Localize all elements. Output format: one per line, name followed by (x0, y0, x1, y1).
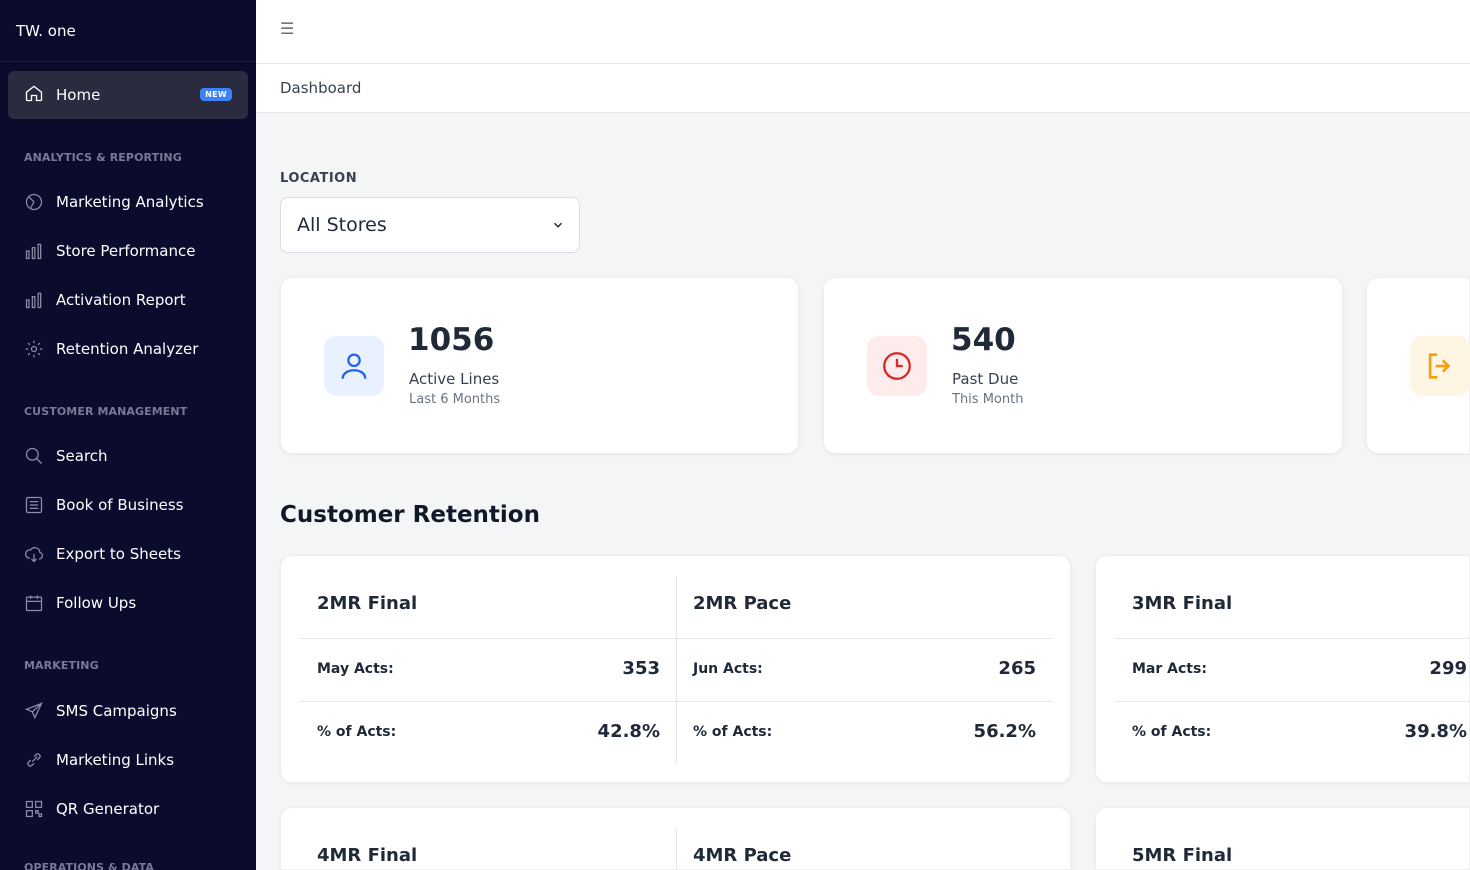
sidebar-item-export-to-sheets[interactable]: Export to Sheets (0, 534, 256, 574)
sidebar-item-marketing-analytics[interactable]: Marketing Analytics (0, 182, 256, 222)
retention-col-4mr-final: 4MR Final (300, 828, 676, 869)
sidebar-item-home[interactable]: Home NEW (8, 71, 248, 119)
retention-value: 299 (1429, 658, 1467, 679)
sidebar-item-label: Follow Ups (56, 594, 137, 612)
search-icon (24, 446, 44, 466)
clock-icon (867, 336, 927, 396)
retention-title: 4MR Pace (693, 845, 792, 866)
pie-chart-icon (24, 192, 44, 212)
retention-card: 4MR Final 4MR Pace (280, 807, 1071, 870)
retention-row: Jun Acts: 265 (676, 638, 1052, 701)
section-title-analytics: ANALYTICS & REPORTING (24, 151, 182, 164)
retention-key: May Acts: (317, 661, 394, 677)
stat-label: Active Lines (409, 370, 500, 388)
stat-card-past-due: 540 Past Due This Month (823, 277, 1343, 454)
sidebar-item-marketing-links[interactable]: Marketing Links (0, 740, 256, 780)
sidebar-item-label: SMS Campaigns (56, 702, 177, 720)
brand-logo[interactable]: TW. one (0, 0, 256, 62)
home-icon (24, 83, 44, 107)
gear-icon (24, 339, 44, 359)
breadcrumb: Dashboard (280, 79, 362, 97)
retention-value: 56.2% (973, 721, 1036, 742)
section-title-customer-management: CUSTOMER MANAGEMENT (24, 405, 188, 418)
breadcrumb-bar: Dashboard (256, 64, 1470, 113)
stat-subtitle: Last 6 Months (409, 392, 501, 407)
sidebar-item-label: Retention Analyzer (56, 340, 199, 358)
qr-icon (24, 799, 44, 819)
retention-title: 2MR Pace (693, 593, 792, 614)
bar-chart-icon (24, 241, 44, 261)
stat-card-active-lines: 1056 Active Lines Last 6 Months (280, 277, 799, 454)
top-bar: ☰ (256, 0, 1470, 64)
sidebar-item-label: QR Generator (56, 800, 160, 818)
location-select[interactable]: All Stores (280, 197, 580, 253)
retention-key: % of Acts: (317, 724, 397, 740)
retention-col-2mr-pace: 2MR Pace Jun Acts: 265 % of Acts: 56.2% (676, 576, 1052, 764)
retention-key: % of Acts: (1132, 724, 1212, 740)
sidebar-item-label: Search (56, 447, 108, 465)
sidebar-item-label: Marketing Analytics (56, 193, 204, 211)
retention-key: Jun Acts: (693, 661, 763, 677)
retention-title: 2MR Final (317, 593, 418, 614)
sidebar-item-store-performance[interactable]: Store Performance (0, 231, 256, 271)
sidebar-item-follow-ups[interactable]: Follow Ups (0, 583, 256, 623)
link-icon (24, 750, 44, 770)
sidebar-item-label: Marketing Links (56, 751, 175, 769)
retention-title: 5MR Final (1132, 845, 1233, 866)
retention-value: 265 (998, 658, 1036, 679)
sidebar-item-label: Home (56, 86, 101, 104)
sidebar-item-search[interactable]: Search (0, 436, 256, 476)
retention-title: 4MR Final (317, 845, 418, 866)
retention-key: % of Acts: (693, 724, 773, 740)
sidebar-item-label: Book of Business (56, 496, 184, 514)
retention-title: 3MR Final (1132, 593, 1233, 614)
retention-value: 353 (622, 658, 660, 679)
user-icon (324, 336, 384, 396)
section-heading: Customer Retention (280, 502, 540, 528)
retention-row: % of Acts: 39.8% (1115, 701, 1469, 764)
menu-icon[interactable]: ☰ (280, 21, 296, 37)
retention-col-3mr-final: 3MR Final Mar Acts: 299 % of Acts: 39.8% (1115, 576, 1469, 764)
stat-card-third (1366, 277, 1470, 454)
retention-card: 2MR Final May Acts: 353 % of Acts: 42.8%… (280, 555, 1071, 783)
retention-col-4mr-pace: 4MR Pace (676, 828, 1052, 869)
list-icon (24, 495, 44, 515)
stat-value: 540 (951, 322, 1016, 358)
retention-row: May Acts: 353 (300, 638, 676, 701)
retention-col-2mr-final: 2MR Final May Acts: 353 % of Acts: 42.8% (300, 576, 676, 764)
sidebar-item-label: Store Performance (56, 242, 196, 260)
cloud-download-icon (24, 544, 44, 564)
sidebar-item-label: Activation Report (56, 291, 186, 309)
section-title-operations: OPERATIONS & DATA (24, 861, 155, 870)
retention-value: 42.8% (597, 721, 660, 742)
sidebar: TW. one Home NEW ANALYTICS & REPORTING M… (0, 0, 256, 870)
location-label: LOCATION (280, 171, 358, 186)
location-select-value: All Stores (297, 214, 387, 236)
stat-label: Past Due (952, 370, 1019, 388)
new-badge: NEW (200, 88, 232, 101)
calendar-icon (24, 593, 44, 613)
retention-card: 5MR Final (1095, 807, 1470, 870)
stat-value: 1056 (408, 322, 495, 358)
sidebar-item-label: Export to Sheets (56, 545, 181, 563)
retention-col-5mr-final: 5MR Final (1115, 828, 1469, 869)
sidebar-item-sms-campaigns[interactable]: SMS Campaigns (0, 691, 256, 731)
stat-subtitle: This Month (952, 392, 1024, 407)
sidebar-item-retention-analyzer[interactable]: Retention Analyzer (0, 329, 256, 369)
retention-row: % of Acts: 42.8% (300, 701, 676, 764)
sidebar-item-activation-report[interactable]: Activation Report (0, 280, 256, 320)
bar-chart-icon (24, 290, 44, 310)
section-title-marketing: MARKETING (24, 659, 99, 672)
retention-card: 3MR Final Mar Acts: 299 % of Acts: 39.8% (1095, 555, 1470, 783)
retention-value: 39.8% (1404, 721, 1467, 742)
retention-row: Mar Acts: 299 (1115, 638, 1469, 701)
sidebar-item-book-of-business[interactable]: Book of Business (0, 485, 256, 525)
send-icon (24, 701, 44, 721)
sidebar-item-qr-generator[interactable]: QR Generator (0, 789, 256, 829)
logout-icon (1410, 336, 1470, 396)
retention-key: Mar Acts: (1132, 661, 1207, 677)
retention-row: % of Acts: 56.2% (676, 701, 1052, 764)
chevron-down-icon (553, 222, 563, 228)
